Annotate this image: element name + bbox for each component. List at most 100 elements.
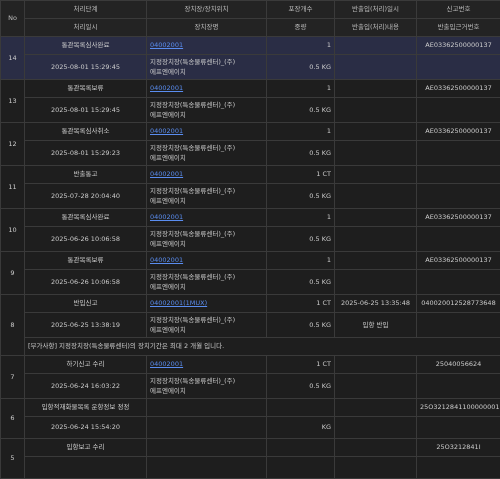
header-location-name: 장치장명 xyxy=(147,19,267,37)
process-step: 입항적재화물목록 운항정보 정정 xyxy=(25,399,147,417)
header-no: No xyxy=(1,1,25,37)
table-row[interactable]: 12통관목록심사취소040020011AE03362500000137 xyxy=(1,123,500,141)
table-row-detail[interactable]: 2025-06-24 16:03:22지정장치장(특송물류센터)_(주)에프엔에… xyxy=(1,374,500,399)
header-weight: 중량 xyxy=(267,19,335,37)
location-code-link[interactable]: 04002001 xyxy=(150,170,183,178)
io-content xyxy=(335,55,417,80)
table-row-detail[interactable]: 2025-08-01 15:29:45지정장치장(특송물류센터)_(주)에프엔에… xyxy=(1,55,500,80)
table-row[interactable]: 7하기신고 수리040020011 CT25040056624 xyxy=(1,356,500,374)
weight: 0.5 KG xyxy=(267,184,335,209)
process-step: 반출통고 xyxy=(25,166,147,184)
location-code-link[interactable]: 04002001 xyxy=(150,256,183,264)
table-row[interactable]: 11반출통고040020011 CT xyxy=(1,166,500,184)
location-name-line2: 에프엔에이치 xyxy=(150,110,263,120)
process-time: 2025-08-01 15:29:23 xyxy=(25,141,147,166)
location-code-link[interactable]: 04002001(1MUX) xyxy=(150,299,207,307)
location-name-line2: 에프엔에이치 xyxy=(150,196,263,206)
table-row-detail[interactable] xyxy=(1,457,500,479)
weight: 0.5 KG xyxy=(267,55,335,80)
table-row[interactable]: 9통관목록보류040020011AE03362500000137 xyxy=(1,252,500,270)
reference-number xyxy=(417,457,500,479)
table-row-detail[interactable]: 2025-07-28 20:04:40지정장치장(특송물류센터)_(주)에프엔에… xyxy=(1,184,500,209)
location-name-line1: 지정장치장(특송물류센터)_(주) xyxy=(150,57,263,67)
reference-number xyxy=(417,374,500,399)
location-code-cell xyxy=(147,439,267,457)
process-time: 2025-08-01 15:29:45 xyxy=(25,55,147,80)
table-row-detail[interactable]: 2025-06-24 15:54:20KG xyxy=(1,417,500,439)
process-step: 통관목록심사완료 xyxy=(25,209,147,227)
table-row[interactable]: 10통관목록심사완료040020011AE03362500000137 xyxy=(1,209,500,227)
location-code-link[interactable]: 04002001 xyxy=(150,360,183,368)
location-name-cell xyxy=(147,457,267,479)
table-row-detail[interactable]: 2025-06-26 10:06:58지정장치장(특송물류센터)_(주)에프엔에… xyxy=(1,227,500,252)
weight xyxy=(267,457,335,479)
weight: 0.5 KG xyxy=(267,227,335,252)
process-step: 입항보고 수리 xyxy=(25,439,147,457)
table-row-detail[interactable]: 2025-06-25 13:38:19지정장치장(특송물류센터)_(주)에프엔에… xyxy=(1,313,500,338)
process-time: 2025-06-24 15:54:20 xyxy=(25,417,147,439)
io-content xyxy=(335,417,417,439)
process-time xyxy=(25,457,147,479)
table-row[interactable]: 6입항적재화물목록 운항정보 정정25O3212841100000001 xyxy=(1,399,500,417)
table-row-detail[interactable]: 2025-08-01 15:29:45지정장치장(특송물류센터)_(주)에프엔에… xyxy=(1,98,500,123)
header-time: 처리일시 xyxy=(25,19,147,37)
table-row-detail[interactable]: 2025-06-26 10:06:58지정장치장(특송물류센터)_(주)에프엔에… xyxy=(1,270,500,295)
location-code-link[interactable]: 04002001 xyxy=(150,127,183,135)
location-code-cell: 04002001 xyxy=(147,209,267,227)
package-count: 1 xyxy=(267,123,335,141)
report-number: AE03362500000137 xyxy=(417,252,500,270)
io-time xyxy=(335,252,417,270)
row-number: 13 xyxy=(1,80,25,123)
io-time xyxy=(335,399,417,417)
io-content xyxy=(335,98,417,123)
location-code-link[interactable]: 04002001 xyxy=(150,213,183,221)
io-content xyxy=(335,270,417,295)
process-time: 2025-06-26 10:06:58 xyxy=(25,270,147,295)
process-step: 통관목록보류 xyxy=(25,80,147,98)
reference-number xyxy=(417,270,500,295)
location-name-line2: 에프엔에이치 xyxy=(150,282,263,292)
weight: 0.5 KG xyxy=(267,270,335,295)
additional-note: [부가사항] 지정장치장(특송물류센터)의 장치기간은 최대 2 개월 입니다. xyxy=(25,338,500,356)
process-step: 통관목록심사취소 xyxy=(25,123,147,141)
io-content: 입항 반입 xyxy=(335,313,417,338)
process-step: 통관목록보류 xyxy=(25,252,147,270)
io-content xyxy=(335,374,417,399)
report-number: 25O3212841I xyxy=(417,439,500,457)
table-body: 14통관목록심사완료040020011AE033625000001372025-… xyxy=(1,37,500,479)
io-content xyxy=(335,457,417,479)
process-time: 2025-06-26 10:06:58 xyxy=(25,227,147,252)
location-name-cell: 지정장치장(특송물류센터)_(주)에프엔에이치 xyxy=(147,141,267,166)
package-count xyxy=(267,439,335,457)
header-report-no: 신고번호 xyxy=(417,1,500,19)
weight: 0.5 KG xyxy=(267,313,335,338)
report-number: AE03362500000137 xyxy=(417,37,500,55)
location-code-link[interactable]: 04002001 xyxy=(150,84,183,92)
table-row[interactable]: 14통관목록심사완료040020011AE03362500000137 xyxy=(1,37,500,55)
io-time xyxy=(335,37,417,55)
location-name-line1: 지정장치장(특송물류센터)_(주) xyxy=(150,315,263,325)
row-number: 9 xyxy=(1,252,25,295)
location-code-cell: 04002001 xyxy=(147,356,267,374)
reference-number xyxy=(417,417,500,439)
location-name-line2: 에프엔에이치 xyxy=(150,325,263,335)
location-code-cell xyxy=(147,399,267,417)
process-step: 반입신고 xyxy=(25,295,147,313)
table-row-detail[interactable]: 2025-08-01 15:29:23지정장치장(특송물류센터)_(주)에프엔에… xyxy=(1,141,500,166)
table-row[interactable]: 8반입신고04002001(1MUX)1 CT2025-06-25 13:35:… xyxy=(1,295,500,313)
location-name-cell: 지정장치장(특송물류센터)_(주)에프엔에이치 xyxy=(147,270,267,295)
location-code-cell: 04002001 xyxy=(147,123,267,141)
location-code-link[interactable]: 04002001 xyxy=(150,41,183,49)
report-number: AE03362500000137 xyxy=(417,123,500,141)
table-row[interactable]: 13통관목록보류040020011AE03362500000137 xyxy=(1,80,500,98)
cargo-progress-table: No 처리단계 장치장/장치위치 포장개수 반출입(처리)일시 신고번호 처리일… xyxy=(0,0,500,479)
location-name-cell: 지정장치장(특송물류센터)_(주)에프엔에이치 xyxy=(147,313,267,338)
location-code-cell: 04002001 xyxy=(147,80,267,98)
table-row[interactable]: 5입항보고 수리25O3212841I xyxy=(1,439,500,457)
report-number: 040020012528773648 xyxy=(417,295,500,313)
location-name-cell: 지정장치장(특송물류센터)_(주)에프엔에이치 xyxy=(147,98,267,123)
row-number: 11 xyxy=(1,166,25,209)
package-count: 1 CT xyxy=(267,166,335,184)
io-content xyxy=(335,184,417,209)
location-name-line1: 지정장치장(특송물류센터)_(주) xyxy=(150,143,263,153)
